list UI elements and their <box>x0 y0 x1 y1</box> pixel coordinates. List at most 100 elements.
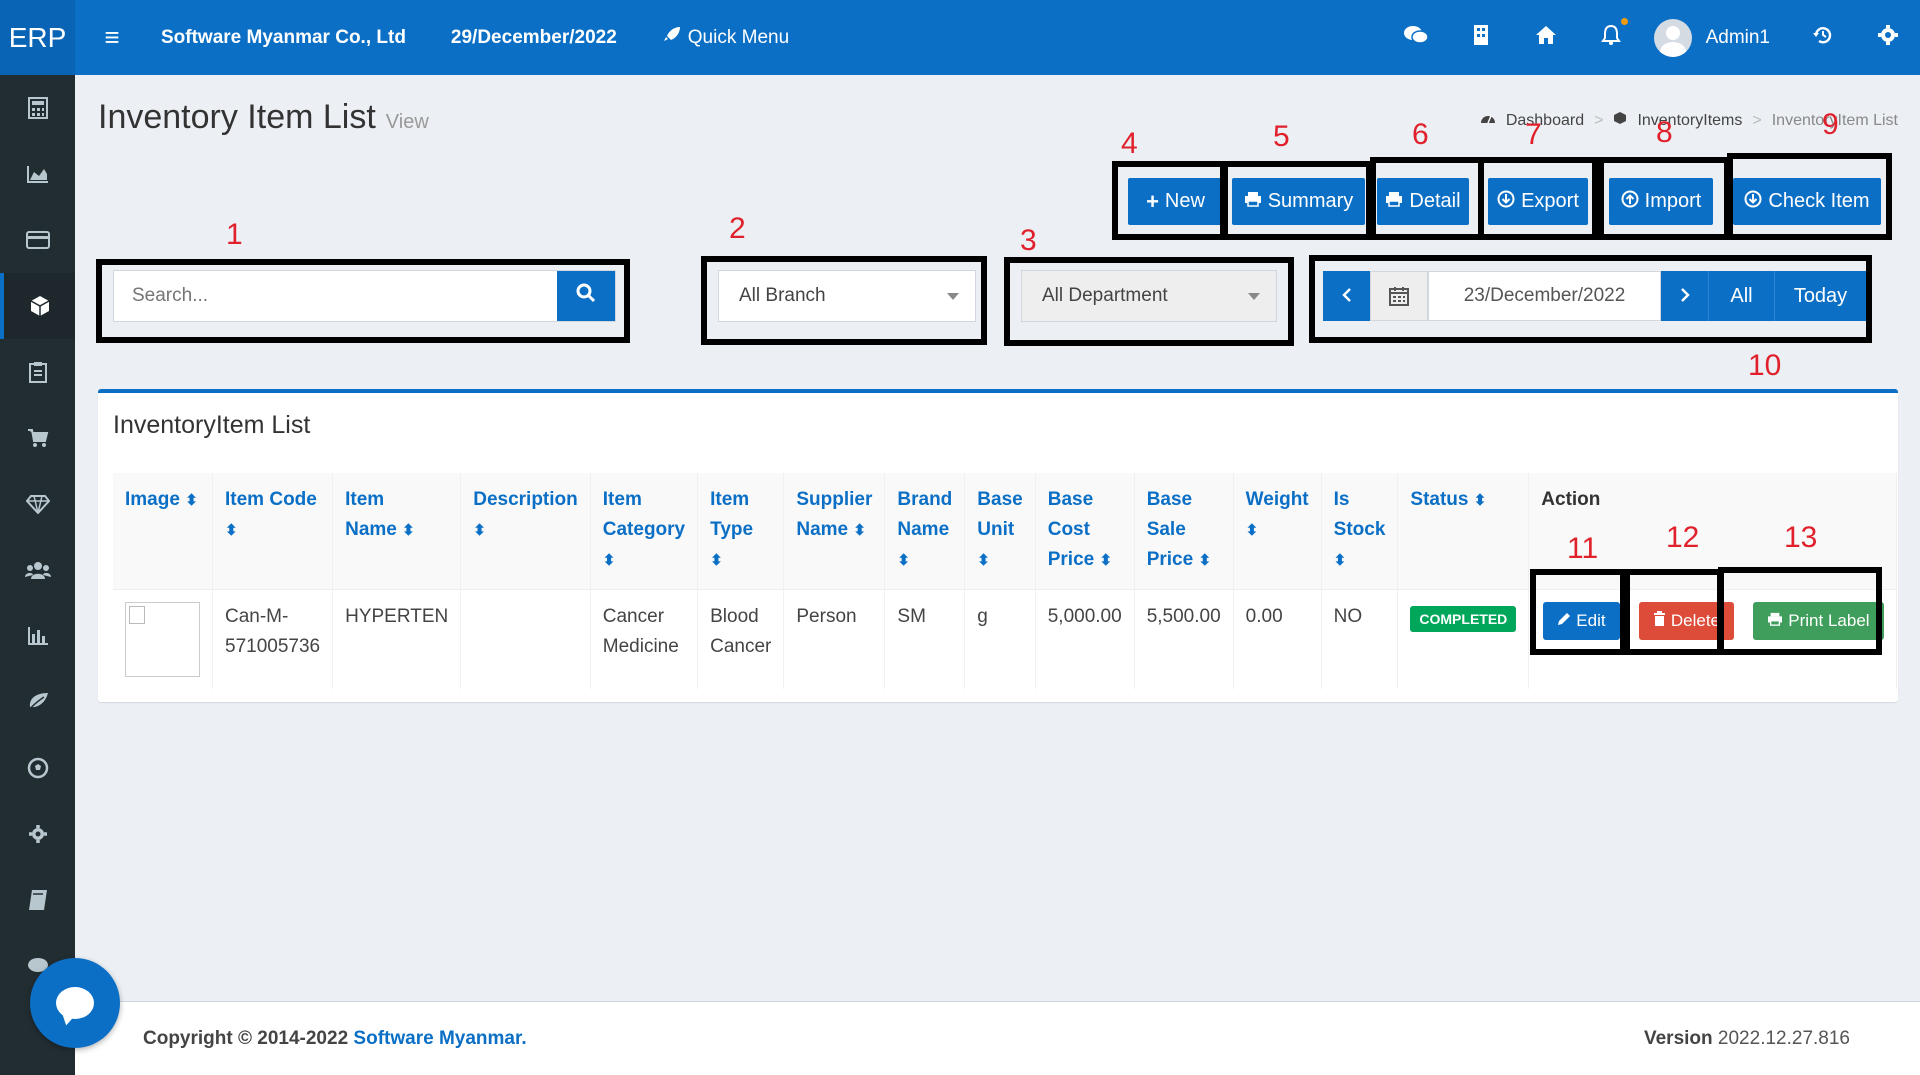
column-description-label: Description <box>473 489 578 510</box>
cell-weight: 0.00 <box>1233 588 1322 689</box>
column-base-sale-price[interactable]: Base Sale Price ⬍ <box>1134 473 1234 589</box>
annotation-box-9 <box>1727 153 1892 240</box>
building-icon[interactable] <box>1449 24 1514 52</box>
quick-menu-label: Quick Menu <box>687 26 790 48</box>
column-brand-label: Name <box>897 519 950 540</box>
column-cost-label: Cost <box>1047 519 1090 540</box>
cell-is-stock: NO <box>1321 588 1399 689</box>
menu-toggle-icon[interactable]: ≡ <box>97 22 127 53</box>
diamond-icon[interactable] <box>0 471 75 537</box>
chat-widget-button[interactable] <box>30 958 120 1048</box>
cell-item-code: Can-M- 571005736 <box>212 588 334 689</box>
rocket-icon <box>662 25 682 51</box>
quick-menu-link[interactable]: Quick Menu <box>662 25 789 51</box>
book-icon[interactable] <box>0 867 75 933</box>
sort-icon: ⬍ <box>977 552 990 569</box>
column-category-label: Item <box>602 489 642 510</box>
status-badge: COMPLETED <box>1410 605 1517 632</box>
annotation-number-3: 3 <box>1020 224 1037 257</box>
sort-icon: ⬍ <box>897 552 910 569</box>
type-text: Blood <box>710 605 759 627</box>
user-menu[interactable]: Admin1 <box>1653 18 1770 57</box>
item-image[interactable] <box>125 601 200 677</box>
footer: Copyright © 2014-2022 Software Myanmar. … <box>75 1001 1920 1075</box>
column-item-category[interactable]: Item Category ⬍ <box>590 473 699 589</box>
annotation-box-5 <box>1222 161 1372 240</box>
current-date: 29/December/2022 <box>450 26 617 48</box>
annotation-box-3 <box>1004 257 1294 346</box>
company-link[interactable]: Software Myanmar. <box>353 1028 526 1049</box>
breadcrumb-separator: > <box>1752 111 1762 129</box>
bell-icon[interactable] <box>1579 17 1644 52</box>
annotation-box-6 <box>1370 157 1484 240</box>
column-item-name-label: Item <box>345 489 385 510</box>
sort-icon: ⬍ <box>1473 492 1487 509</box>
annotation-number-1: 1 <box>226 218 243 251</box>
users-icon[interactable] <box>0 537 75 603</box>
version-number: 2022.12.27.816 <box>1717 1028 1850 1049</box>
annotation-box-1 <box>96 259 630 343</box>
column-item-name[interactable]: Item Name ⬍ <box>332 473 462 589</box>
chat-icon <box>56 987 94 1019</box>
column-item-code[interactable]: Item Code ⬍ <box>212 473 334 589</box>
column-brand-name[interactable]: Brand Name ⬍ <box>884 473 966 589</box>
sort-icon: ⬍ <box>1245 522 1259 539</box>
gear-icon[interactable] <box>1855 24 1920 52</box>
cube-icon[interactable] <box>0 273 75 339</box>
column-base-unit[interactable]: Base Unit ⬍ <box>964 473 1036 589</box>
column-weight[interactable]: Weight ⬍ <box>1233 473 1322 589</box>
copyright-text: Copyright © 2014-2022 <box>143 1028 349 1049</box>
area-chart-icon[interactable] <box>0 141 75 207</box>
column-weight-label: Weight <box>1245 489 1309 510</box>
top-navbar: ERP ≡ Software Myanmar Co., Ltd 29/Decem… <box>0 0 1920 75</box>
column-stock-label: Stock <box>1333 519 1386 540</box>
column-description[interactable]: Description ⬍ <box>460 473 591 589</box>
column-supplier-name[interactable]: Supplier Name ⬍ <box>783 473 886 589</box>
column-base-cost-price[interactable]: Base Cost Price ⬍ <box>1035 473 1135 589</box>
page-title-text: Inventory Item List <box>98 98 376 136</box>
bar-chart-icon[interactable] <box>0 603 75 669</box>
soccer-icon[interactable] <box>0 735 75 801</box>
annotation-number-8: 8 <box>1656 116 1673 149</box>
sort-icon: ⬍ <box>853 522 866 539</box>
leaf-icon[interactable] <box>0 669 75 735</box>
credit-card-icon[interactable] <box>0 207 75 273</box>
annotation-box-10 <box>1309 255 1872 343</box>
column-is-stock[interactable]: Is Stock ⬍ <box>1321 473 1399 589</box>
erp-logo[interactable]: ERP <box>0 0 75 75</box>
sort-icon: ⬍ <box>1333 552 1347 569</box>
column-sale-label: Sale <box>1146 519 1186 540</box>
cart-icon[interactable] <box>0 405 75 471</box>
column-action-label: Action <box>1541 489 1601 510</box>
cell-type: Blood Cancer <box>697 588 785 689</box>
annotation-number-9: 9 <box>1822 108 1839 141</box>
sort-icon: ⬍ <box>602 552 616 569</box>
column-sale-label: Base <box>1146 489 1193 510</box>
column-item-code-label: Item Code <box>225 489 317 510</box>
cell-description <box>460 588 591 689</box>
column-status[interactable]: Status ⬍ <box>1397 473 1530 589</box>
calculator-icon[interactable] <box>0 75 75 141</box>
version-label: Version <box>1643 1028 1713 1049</box>
item-code-text: 571005736 <box>225 635 321 657</box>
sort-icon: ⬍ <box>1099 552 1113 569</box>
wechat-icon[interactable] <box>1384 24 1449 52</box>
column-image-label: Image <box>125 489 180 510</box>
sidebar <box>0 75 75 1075</box>
annotation-number-6: 6 <box>1412 118 1429 151</box>
breadcrumb-dashboard[interactable]: Dashboard <box>1506 112 1584 130</box>
category-text: Cancer <box>602 605 665 627</box>
column-image[interactable]: Image ⬍ <box>113 473 213 589</box>
column-cost-label: Price <box>1047 549 1095 570</box>
list-title: InventoryItem List <box>113 411 311 439</box>
cog-icon[interactable] <box>0 801 75 867</box>
column-item-type[interactable]: Item Type ⬍ <box>697 473 785 589</box>
column-supplier-label: Supplier <box>796 489 873 510</box>
clipboard-icon[interactable] <box>0 339 75 405</box>
history-icon[interactable] <box>1790 24 1855 52</box>
version-info: Version 2022.12.27.816 <box>1644 1028 1850 1050</box>
home-icon[interactable] <box>1514 25 1579 51</box>
page-title: Inventory Item List View <box>98 98 429 137</box>
cell-item-name: HYPERTEN <box>332 588 462 689</box>
breadcrumb-inventory-items[interactable]: InventoryItems <box>1637 112 1742 130</box>
